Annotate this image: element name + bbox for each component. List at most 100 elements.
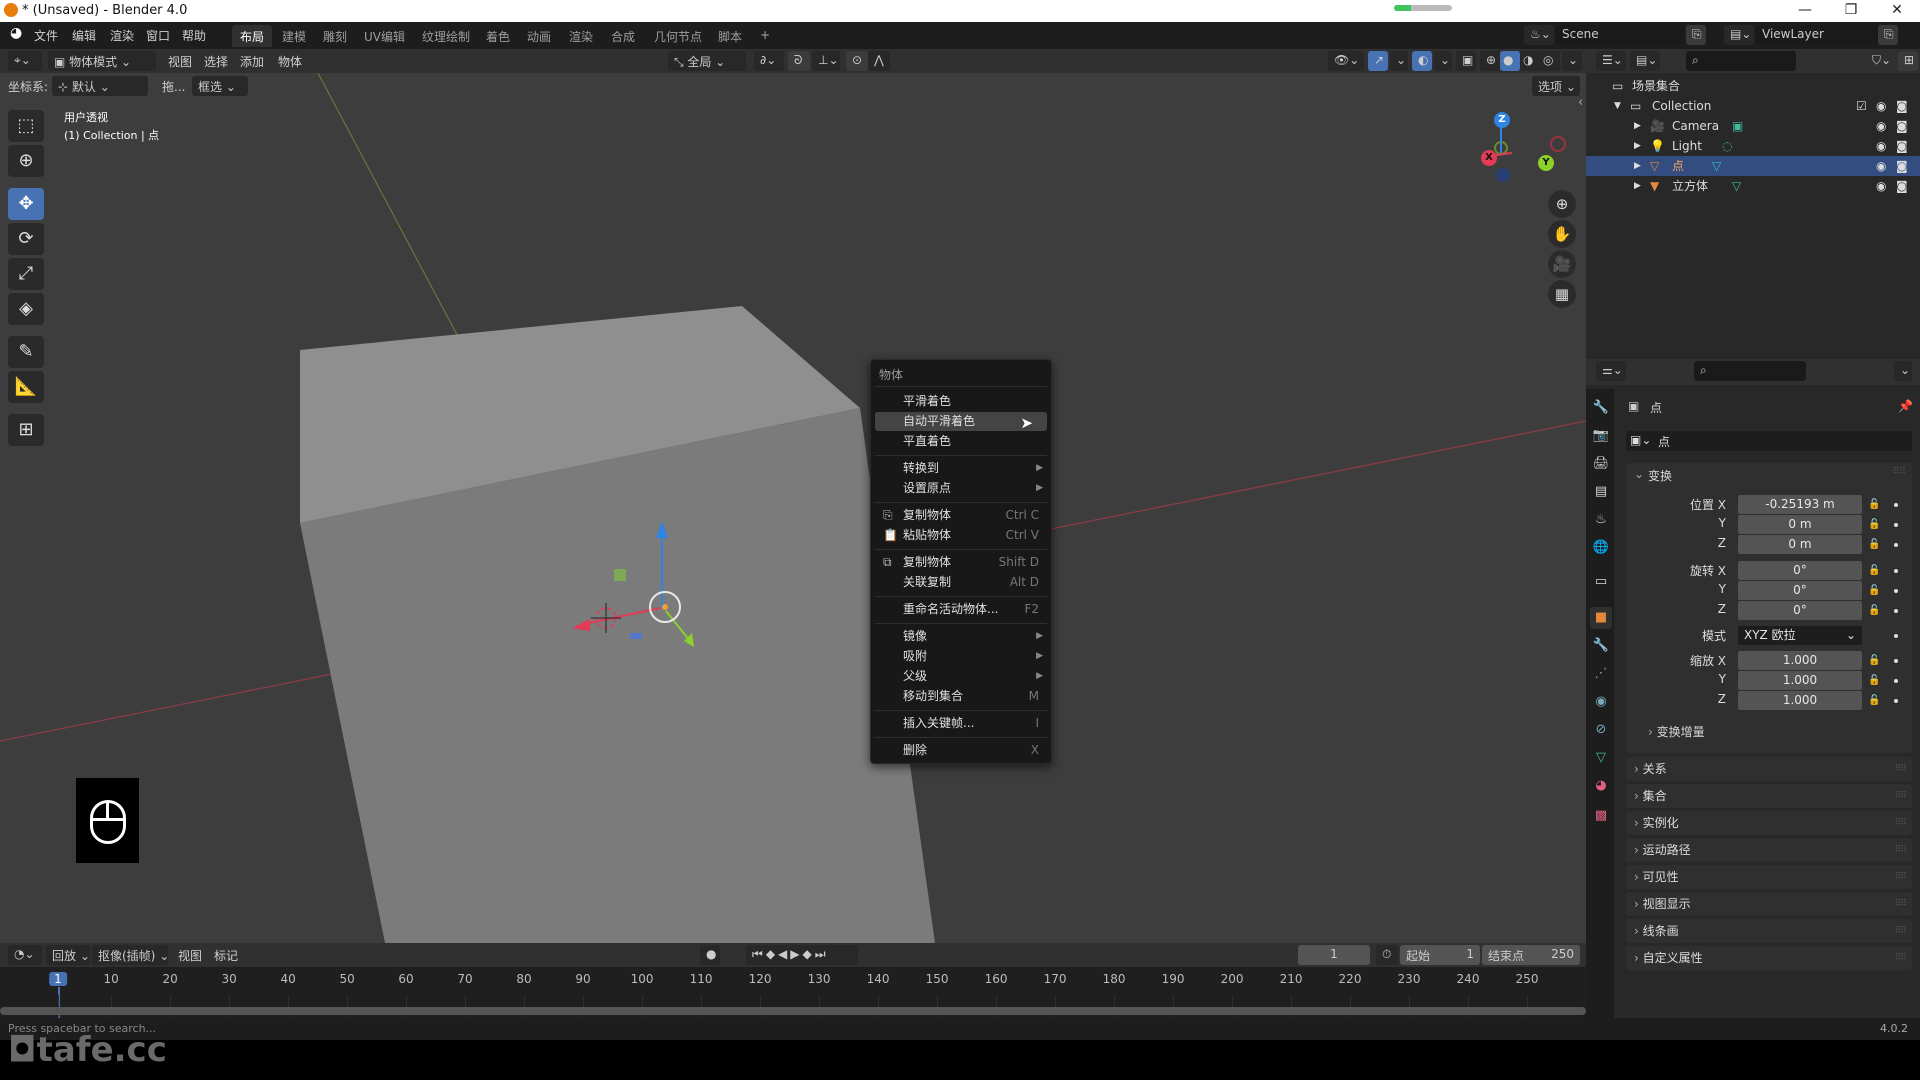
tab-data-icon[interactable]: ▽ (1590, 747, 1612, 769)
keyframe-dot-icon[interactable] (1894, 543, 1898, 547)
tab-texture-icon[interactable]: ▩ (1590, 805, 1612, 827)
zoom-icon[interactable]: ⊕ (1548, 190, 1576, 218)
location-y-field[interactable]: 0 m (1738, 515, 1862, 534)
keyframe-dot-icon[interactable] (1894, 699, 1898, 703)
keying-dropdown[interactable]: 抠像(插帧) ⌄ (92, 945, 169, 965)
drag-grip-icon[interactable]: ⠿⠿ (1895, 784, 1907, 808)
tab-render-icon[interactable]: 📷 (1590, 425, 1612, 447)
tab-particles-icon[interactable]: ⋰ (1590, 663, 1612, 685)
transform-panel-title[interactable]: 变换 (1648, 467, 1672, 484)
falloff-icon[interactable]: ⋀ (868, 51, 890, 71)
gizmo-dropdown-icon[interactable]: ⌄ (1390, 51, 1408, 71)
panel-relations[interactable]: › 关系 ⠿⠿ (1626, 757, 1912, 781)
pin-icon[interactable]: 📌 (1898, 399, 1913, 413)
close-button[interactable]: ✕ (1874, 0, 1920, 22)
end-frame-field[interactable]: 结束点 250 (1482, 945, 1580, 965)
snap-target-icon[interactable]: ⊥⌄ (812, 51, 840, 71)
outliner-scene-collection[interactable]: ▭ 场景集合 (1586, 76, 1920, 96)
visibility-eye-icon[interactable]: ◉ (1876, 176, 1886, 196)
tab-uv-editing[interactable]: UV编辑 (356, 25, 413, 47)
lock-icon[interactable]: 🔓 (1868, 519, 1880, 530)
viewlayer-field[interactable]: ViewLayer (1756, 25, 1878, 45)
xray-toggle-icon[interactable]: ▣ (1456, 51, 1476, 71)
drag-grip-icon[interactable]: ⠿⠿ (1895, 757, 1907, 781)
lock-icon[interactable]: 🔓 (1868, 605, 1880, 616)
keyframe-dot-icon[interactable] (1894, 503, 1898, 507)
gizmo-toggle-icon[interactable]: ↗ (1368, 51, 1388, 71)
tab-animation[interactable]: 动画 (519, 25, 559, 47)
proportional-edit-icon[interactable]: ⊙ (846, 51, 868, 71)
nav-gizmo-y[interactable]: Y (1538, 155, 1554, 171)
new-scene-button[interactable]: ⎘ (1686, 25, 1706, 45)
move-tool-icon[interactable]: ✥ (8, 188, 44, 220)
visibility-eye-icon[interactable]: ◉ (1876, 156, 1886, 176)
lock-icon[interactable]: 🔓 (1868, 655, 1880, 666)
tab-object-icon[interactable]: ■ (1590, 607, 1612, 629)
tab-collection-icon[interactable]: ▭ (1590, 571, 1612, 593)
visibility-eye-icon[interactable]: ◉ (1876, 136, 1886, 156)
drag-grip-icon[interactable]: ⠿⠿ (1893, 467, 1906, 477)
timeline-scrollbar[interactable] (0, 1007, 1586, 1015)
display-mode-icon[interactable]: ▤⌄ (1630, 51, 1660, 71)
editor-type-icon[interactable]: ⌖⌄ (8, 51, 42, 71)
outliner-item-camera[interactable]: ▶ 🎥 Camera ▣ ◉ ◙ (1586, 116, 1920, 136)
render-camera-icon[interactable]: ◙ (1896, 96, 1908, 116)
overlay-dropdown-icon[interactable]: ⌄ (1434, 51, 1452, 71)
tab-compositing[interactable]: 合成 (603, 25, 643, 47)
overlay-toggle-icon[interactable]: ◐ (1412, 51, 1432, 71)
play-reverse-icon[interactable]: ◀ (778, 947, 790, 961)
tab-texture-paint[interactable]: 纹理绘制 (414, 25, 478, 47)
menu-item-insert-keyframe[interactable]: 插入关键帧... I (875, 714, 1047, 733)
menu-item-paste-objects[interactable]: 📋 粘贴物体 Ctrl V (875, 526, 1047, 545)
panel-custom-properties[interactable]: › 自定义属性 ⠿⠿ (1626, 946, 1912, 970)
drag-grip-icon[interactable]: ⠿⠿ (1895, 892, 1907, 916)
shading-material-icon[interactable]: ◑ (1520, 51, 1540, 71)
outliner-editor-type-icon[interactable]: ☰⌄ (1596, 51, 1626, 71)
rotate-tool-icon[interactable]: ⟳ (8, 223, 44, 255)
tab-shading[interactable]: 着色 (478, 25, 518, 47)
menu-item-duplicate-objects[interactable]: ⧉ 复制物体 Shift D (875, 553, 1047, 572)
nav-gizmo-x[interactable]: X (1481, 150, 1497, 166)
pan-hand-icon[interactable]: ✋ (1548, 220, 1576, 248)
snap-toggle-icon[interactable]: ᘐ (788, 51, 810, 71)
menu-view[interactable]: 视图 (168, 53, 192, 70)
new-viewlayer-button[interactable]: ⎘ (1878, 25, 1898, 45)
tab-view-layer-icon[interactable]: ▤ (1590, 481, 1612, 503)
tab-constraints-icon[interactable]: ⊘ (1590, 719, 1612, 741)
prev-keyframe-icon[interactable]: ◆ (766, 947, 778, 961)
lock-icon[interactable]: 🔓 (1868, 695, 1880, 706)
menu-add[interactable]: 添加 (240, 53, 264, 70)
menu-item-move-to-collection[interactable]: 移动到集合 M (875, 687, 1047, 706)
tab-rendering[interactable]: 渲染 (561, 25, 601, 47)
keyframe-dot-icon[interactable] (1894, 523, 1898, 527)
scale-tool-icon[interactable]: ⤢ (8, 258, 44, 290)
render-camera-icon[interactable]: ◙ (1896, 176, 1908, 196)
expand-arrow-icon[interactable]: ▶ (1634, 136, 1641, 156)
add-cube-tool-icon[interactable]: ⊞ (8, 414, 44, 446)
panel-viewport-display[interactable]: › 视图显示 ⠿⠿ (1626, 892, 1912, 916)
menu-item-mirror[interactable]: 镜像 ▶ (875, 627, 1047, 646)
tab-physics-icon[interactable]: ◉ (1590, 691, 1612, 713)
expand-arrow-icon[interactable]: ▶ (1634, 116, 1641, 136)
menu-window[interactable]: 窗口 (146, 27, 170, 44)
properties-search[interactable]: ⌕ (1694, 361, 1806, 381)
collapse-arrow-icon[interactable]: ⌄ (1634, 467, 1644, 481)
drag-grip-icon[interactable]: ⠿⠿ (1895, 811, 1907, 835)
lock-icon[interactable]: 🔓 (1868, 539, 1880, 550)
nav-gizmo-z[interactable]: Z (1494, 112, 1510, 128)
keyframe-dot-icon[interactable] (1894, 659, 1898, 663)
playback-dropdown[interactable]: 回放 ⌄ (46, 945, 90, 965)
rotation-z-field[interactable]: 0° (1738, 601, 1862, 620)
current-frame-indicator[interactable]: 1 (49, 972, 67, 986)
lock-icon[interactable]: 🔓 (1868, 565, 1880, 576)
delta-transform-subpanel[interactable]: › 变换增量 (1648, 723, 1705, 740)
menu-edit[interactable]: 编辑 (72, 27, 96, 44)
expand-arrow-icon[interactable]: ▶ (1634, 156, 1641, 176)
blender-menu-icon[interactable]: ◕ (10, 25, 22, 41)
menu-file[interactable]: 文件 (34, 27, 58, 44)
camera-view-icon[interactable]: 🎥 (1548, 250, 1576, 278)
menu-item-delete[interactable]: 删除 X (875, 741, 1047, 760)
menu-render[interactable]: 渲染 (110, 27, 134, 44)
menu-select[interactable]: 选择 (204, 53, 228, 70)
tab-modifiers-icon[interactable]: 🔧 (1590, 635, 1612, 657)
